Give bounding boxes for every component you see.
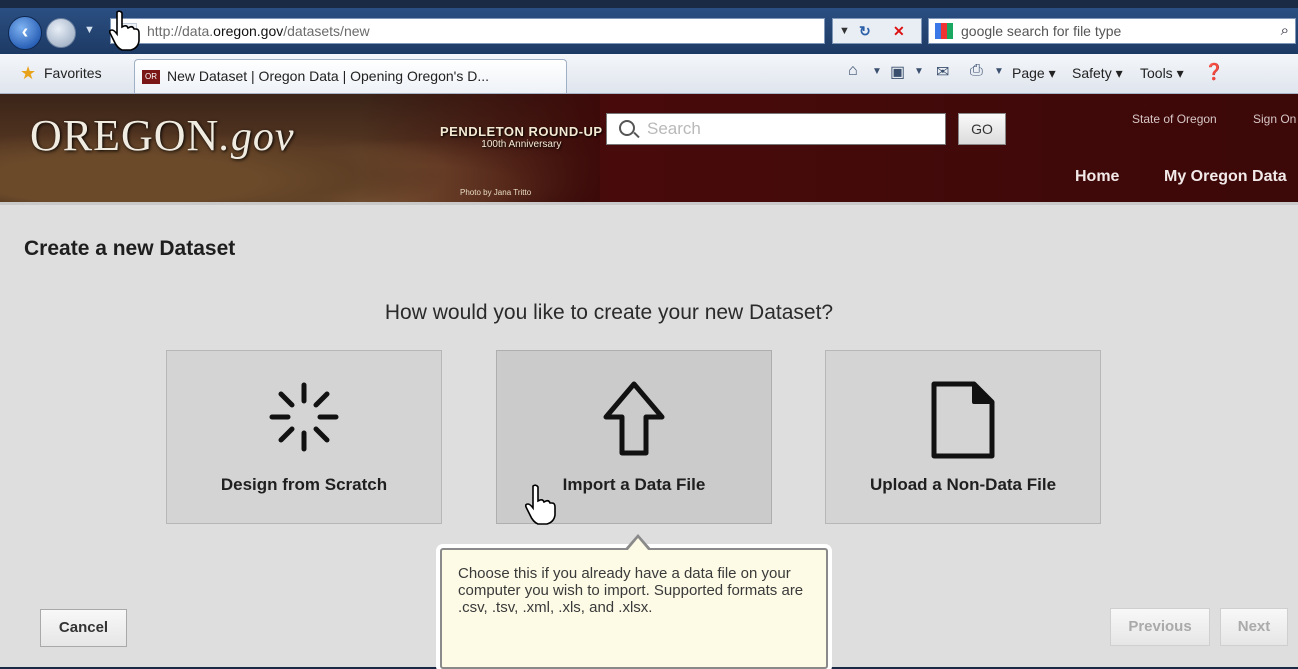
- url-tools: ▼ ↻ ✕: [832, 18, 922, 44]
- site-favicon-icon: OR: [142, 70, 160, 84]
- hand-cursor-icon: [524, 484, 556, 525]
- browser-tab[interactable]: OR New Dataset | Oregon Data | Opening O…: [134, 59, 567, 93]
- search-icon[interactable]: ⌕: [1281, 19, 1289, 43]
- home-icon[interactable]: ⌂: [848, 62, 858, 80]
- site-logo[interactable]: OREGON.gov: [30, 110, 294, 161]
- tools-menu[interactable]: Tools ▾: [1140, 65, 1184, 82]
- safety-menu[interactable]: Safety ▾: [1072, 65, 1123, 82]
- site-header: OREGON.gov PENDLETON ROUND-UP 100th Anni…: [0, 94, 1298, 202]
- mail-icon[interactable]: ✉: [936, 62, 949, 82]
- document-icon: [928, 379, 998, 466]
- hand-cursor-icon: [108, 10, 140, 51]
- print-icon[interactable]: ⎙: [970, 62, 983, 80]
- previous-button[interactable]: Previous: [1110, 608, 1210, 646]
- photo-credit: Photo by Jana Tritto: [460, 188, 532, 197]
- star-icon[interactable]: ★: [20, 63, 36, 84]
- upload-non-data-file-option[interactable]: Upload a Non-Data File: [825, 350, 1101, 524]
- next-button[interactable]: Next: [1220, 608, 1288, 646]
- tab-title: New Dataset | Oregon Data | Opening Oreg…: [167, 68, 489, 84]
- forward-button[interactable]: [46, 18, 76, 48]
- site-search-input[interactable]: Search: [606, 113, 946, 145]
- home-dropdown-icon[interactable]: ▼: [872, 66, 882, 77]
- tooltip-text: Choose this if you already have a data f…: [458, 565, 804, 616]
- state-of-oregon-link[interactable]: State of Oregon: [1132, 112, 1217, 126]
- cancel-button[interactable]: Cancel: [40, 609, 127, 647]
- import-tooltip: Choose this if you already have a data f…: [440, 534, 828, 669]
- page-menu[interactable]: Page ▾: [1012, 65, 1056, 82]
- browser-search-input[interactable]: google search for file type ⌕: [928, 18, 1296, 44]
- history-dropdown-icon[interactable]: ▼: [84, 24, 95, 36]
- page-title: Create a new Dataset: [24, 237, 236, 260]
- feeds-icon[interactable]: ▣: [890, 62, 905, 82]
- upload-arrow-icon: [601, 379, 667, 464]
- back-button[interactable]: ‹: [8, 16, 42, 50]
- browser-address-bar: ‹ ▼ http://data.oregon.gov/datasets/new …: [0, 8, 1298, 54]
- go-button[interactable]: GO: [958, 113, 1006, 145]
- url-field[interactable]: http://data.oregon.gov/datasets/new: [110, 18, 825, 44]
- favorites-button[interactable]: Favorites: [44, 65, 102, 81]
- design-from-scratch-option[interactable]: Design from Scratch: [166, 350, 442, 524]
- help-icon[interactable]: ❓: [1204, 62, 1224, 82]
- nav-home[interactable]: Home: [1075, 168, 1119, 186]
- option-label: Upload a Non-Data File: [869, 475, 1057, 494]
- url-dropdown-icon[interactable]: ▼: [839, 19, 850, 43]
- refresh-icon[interactable]: ↻: [859, 19, 871, 43]
- spinner-icon: [266, 379, 342, 460]
- nav-my-oregon-data[interactable]: My Oregon Data: [1164, 168, 1287, 186]
- page-body: Create a new Dataset How would you like …: [0, 202, 1298, 669]
- favorites-bar: ★ Favorites OR New Dataset | Oregon Data…: [0, 54, 1298, 94]
- feeds-dropdown-icon[interactable]: ▼: [914, 66, 924, 77]
- option-label: Design from Scratch: [220, 475, 388, 494]
- google-icon: [935, 23, 953, 39]
- stop-icon[interactable]: ✕: [893, 19, 905, 43]
- sign-on-link[interactable]: Sign On: [1253, 112, 1296, 126]
- event-caption: PENDLETON ROUND-UP 100th Anniversary: [440, 124, 603, 150]
- search-icon: [619, 120, 635, 136]
- question-text: How would you like to create your new Da…: [384, 301, 834, 324]
- print-dropdown-icon[interactable]: ▼: [994, 66, 1004, 77]
